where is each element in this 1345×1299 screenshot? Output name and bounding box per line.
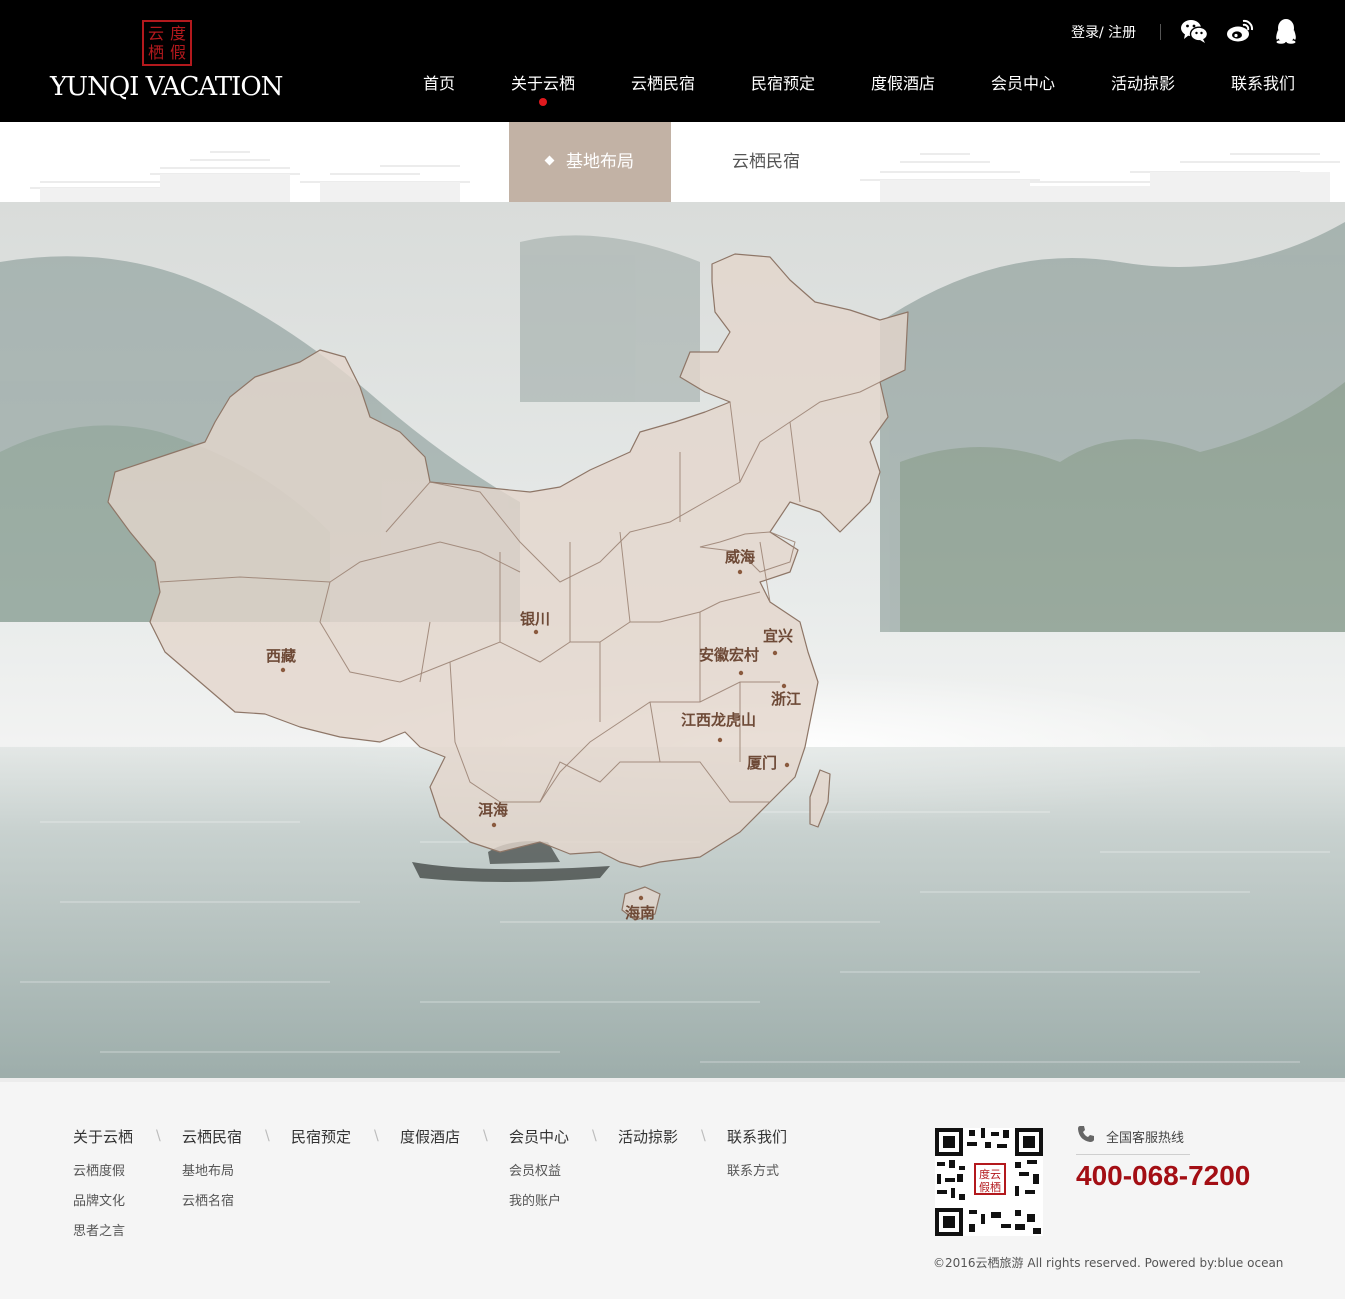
wechat-icon[interactable] xyxy=(1180,18,1208,44)
hotline-divider xyxy=(1076,1154,1190,1155)
location-xiamen[interactable]: 厦门 xyxy=(747,752,777,773)
footer-column-member: 会员中心 会员权益 我的账户 xyxy=(509,1126,569,1209)
location-anhui-hongcun[interactable]: 安徽宏村 xyxy=(699,644,759,665)
location-zhejiang[interactable]: 浙江 xyxy=(771,688,801,709)
seal-char: 假 xyxy=(169,43,186,62)
footer-heading[interactable]: 云栖民宿 xyxy=(182,1126,242,1147)
misty-landscape-background xyxy=(0,202,1345,1078)
footer-column-contact: 联系我们 联系方式 xyxy=(727,1126,787,1179)
location-weihai[interactable]: 威海 xyxy=(725,546,755,567)
weibo-icon[interactable] xyxy=(1226,18,1254,44)
footer-separator: \ xyxy=(265,1128,270,1144)
hotline-label: 全国客服热线 xyxy=(1106,1131,1185,1146)
footer-heading[interactable]: 民宿预定 xyxy=(291,1126,351,1147)
footer-separator: \ xyxy=(701,1128,706,1144)
footer-separator: \ xyxy=(374,1128,379,1144)
footer-column-activities: 活动掠影 xyxy=(618,1126,678,1147)
footer-heading[interactable]: 联系我们 xyxy=(727,1126,787,1147)
nav-resort-hotel[interactable]: 度假酒店 xyxy=(871,70,935,94)
footer-separator: \ xyxy=(156,1128,161,1144)
nav-homestay[interactable]: 云栖民宿 xyxy=(631,70,695,94)
diamond-icon xyxy=(544,155,555,165)
slash-separator: / xyxy=(1099,25,1104,41)
svg-text:度云: 度云 xyxy=(979,1167,1001,1181)
footer-link[interactable]: 会员权益 xyxy=(509,1160,569,1179)
phone-icon xyxy=(1078,1126,1094,1142)
hotline-number[interactable]: 400-068-7200 xyxy=(1076,1160,1250,1192)
location-yinchuan[interactable]: 银川 xyxy=(520,608,550,629)
login-link[interactable]: 登录 xyxy=(1071,25,1099,41)
location-tibet[interactable]: 西藏 xyxy=(266,645,296,666)
tab-homestay[interactable]: 云栖民宿 xyxy=(685,122,847,202)
location-yixing[interactable]: 宜兴 xyxy=(763,625,793,646)
qq-icon[interactable] xyxy=(1272,18,1300,44)
footer-heading[interactable]: 活动掠影 xyxy=(618,1126,678,1147)
base-layout-map-section: 威海 银川 宜兴 西藏 安徽宏村 浙江 江西龙虎山 厦门 洱海 海南 xyxy=(0,202,1345,1078)
seal-char: 度 xyxy=(169,24,186,43)
nav-about[interactable]: 关于云栖 xyxy=(510,70,576,106)
location-hainan[interactable]: 海南 xyxy=(625,902,655,923)
footer-column-resort: 度假酒店 xyxy=(400,1126,460,1147)
footer-heading[interactable]: 关于云栖 xyxy=(73,1126,133,1147)
register-link[interactable]: 注册 xyxy=(1108,25,1136,41)
footer-column-booking: 民宿预定 xyxy=(291,1126,351,1147)
footer-heading[interactable]: 度假酒店 xyxy=(400,1126,460,1147)
active-indicator-dot xyxy=(538,98,547,106)
seal-char: 栖 xyxy=(147,43,164,62)
location-jiangxi-longhushan[interactable]: 江西龙虎山 xyxy=(681,709,756,730)
footer-column-homestay: 云栖民宿 基地布局 云栖名宿 xyxy=(182,1126,242,1209)
footer-heading[interactable]: 会员中心 xyxy=(509,1126,569,1147)
footer-link[interactable]: 我的账户 xyxy=(509,1190,569,1209)
footer-separator: \ xyxy=(483,1128,488,1144)
seal-char: 云 xyxy=(147,24,164,43)
footer-column-about: 关于云栖 云栖度假 品牌文化 思者之言 xyxy=(73,1126,133,1239)
tab-base-layout-label: 基地布局 xyxy=(566,152,634,172)
footer-link[interactable]: 联系方式 xyxy=(727,1160,787,1179)
svg-text:假栖: 假栖 xyxy=(979,1180,1001,1194)
footer-link[interactable]: 品牌文化 xyxy=(73,1190,133,1209)
sub-navigation: 基地布局 云栖民宿 xyxy=(0,122,1345,202)
site-header: 云 度 栖 假 YUNQI VACATION 登录/ 注册 首页 关于云栖 云栖… xyxy=(0,0,1345,122)
nav-contact[interactable]: 联系我们 xyxy=(1231,70,1295,94)
nav-about-label: 关于云栖 xyxy=(510,74,576,93)
tab-base-layout[interactable]: 基地布局 xyxy=(509,122,671,202)
site-footer: 关于云栖 云栖度假 品牌文化 思者之言 \ 云栖民宿 基地布局 云栖名宿 \ 民… xyxy=(0,1082,1345,1299)
footer-link[interactable]: 云栖度假 xyxy=(73,1160,133,1179)
footer-separator: \ xyxy=(592,1128,597,1144)
location-erhai[interactable]: 洱海 xyxy=(478,799,508,820)
brand-name[interactable]: YUNQI VACATION xyxy=(50,72,283,102)
footer-link[interactable]: 基地布局 xyxy=(182,1160,242,1179)
nav-home[interactable]: 首页 xyxy=(423,70,455,94)
footer-link[interactable]: 云栖名宿 xyxy=(182,1190,242,1209)
qr-code: 度云 假栖 xyxy=(935,1128,1043,1236)
account-links: 登录/ 注册 xyxy=(1071,22,1136,42)
nav-member-center[interactable]: 会员中心 xyxy=(991,70,1055,94)
footer-link[interactable]: 思者之言 xyxy=(73,1220,133,1239)
logo-seal[interactable]: 云 度 栖 假 xyxy=(142,20,192,66)
nav-activities[interactable]: 活动掠影 xyxy=(1111,70,1175,94)
architecture-pattern-decoration xyxy=(30,151,1340,202)
divider xyxy=(1160,24,1161,40)
nav-booking[interactable]: 民宿预定 xyxy=(751,70,815,94)
copyright-text: ©2016云栖旅游 All rights reserved. Powered b… xyxy=(933,1256,1284,1270)
